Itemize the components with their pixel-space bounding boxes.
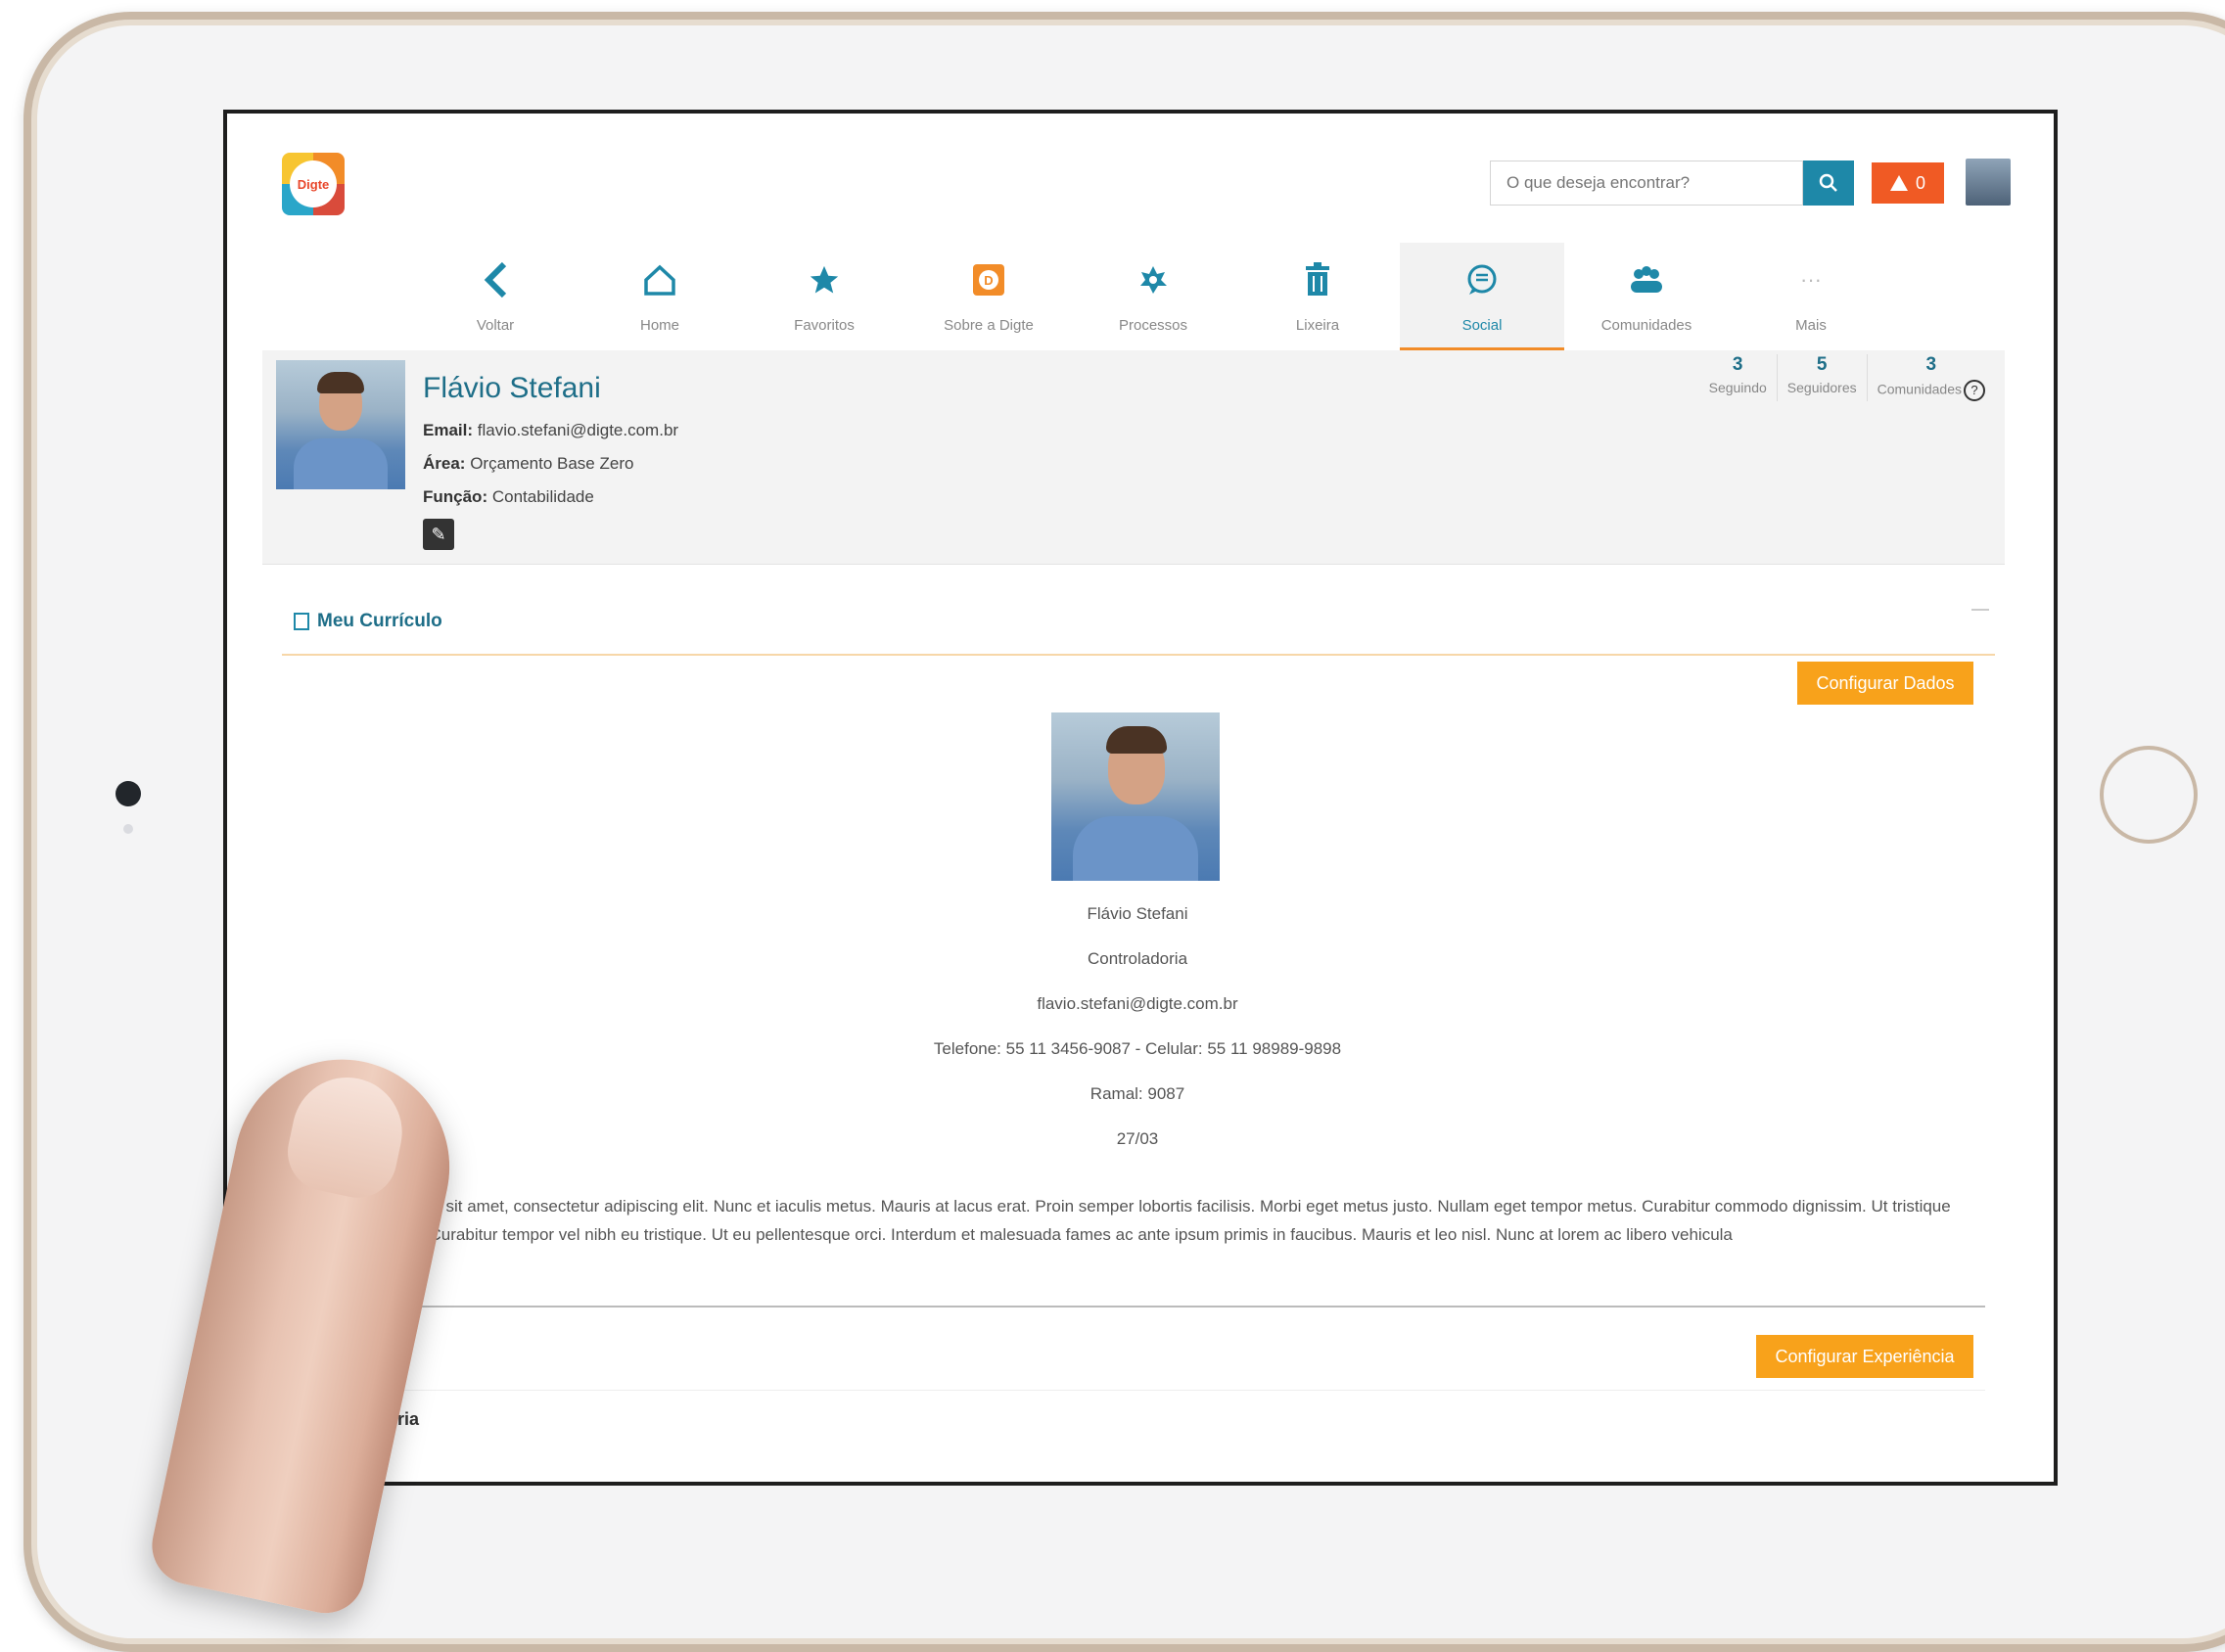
stat-comunidades[interactable]: 3 Comunidades? — [1866, 354, 1995, 401]
more-icon: ··· — [1800, 267, 1822, 292]
collapse-icon[interactable] — [1971, 609, 1989, 611]
cv-name: Flávio Stefani — [1087, 904, 1188, 923]
nav-label: Lixeira — [1295, 317, 1340, 334]
curriculum-photo — [1051, 712, 1220, 881]
cv-department: Controladoria — [1087, 949, 1188, 968]
search-button[interactable] — [1803, 161, 1854, 206]
nav-processos[interactable]: Processos — [1071, 243, 1235, 350]
configure-experience-button[interactable]: Configurar Experiência — [1756, 1335, 1973, 1378]
chat-icon — [1459, 256, 1506, 303]
nav-social[interactable]: Social — [1400, 243, 1564, 350]
main-nav: Voltar Home Favoritos D Sobre a Digte Pr… — [413, 243, 1893, 350]
processes-icon — [1130, 256, 1177, 303]
nav-label: Home — [639, 317, 679, 334]
tablet-home-button[interactable] — [2100, 746, 2198, 844]
stat-seguindo[interactable]: 3 Seguindo — [1699, 354, 1777, 401]
nav-lixeira[interactable]: Lixeira — [1235, 243, 1400, 350]
nav-label: Mais — [1795, 317, 1827, 334]
section-divider — [282, 654, 1995, 656]
nav-label: Voltar — [476, 317, 515, 334]
warning-icon — [1889, 175, 1908, 191]
nav-home[interactable]: Home — [578, 243, 742, 350]
camera-icon — [116, 781, 141, 806]
svg-text:D: D — [984, 273, 993, 288]
profile-photo — [276, 360, 405, 489]
experience-divider — [301, 1390, 1985, 1391]
cv-summary: Lorem ipsum dolor sit amet, consectetur … — [303, 1197, 1951, 1244]
sensor-dot — [123, 824, 133, 834]
app-screen: Digte 0 Voltar Home Favoritos — [223, 110, 2058, 1486]
curriculum-section-title[interactable]: Meu Currículo — [294, 611, 442, 632]
profile-stats: 3 Seguindo 5 Seguidores 3 Comunidades? — [1699, 354, 1995, 401]
cv-extension: Ramal: 9087 — [1089, 1084, 1185, 1103]
digte-badge-icon: D — [965, 256, 1012, 303]
document-icon — [294, 613, 309, 630]
edit-profile-button[interactable]: ✎ — [423, 519, 454, 550]
cv-email: flavio.stefani@digte.com.br — [1037, 994, 1238, 1013]
user-avatar[interactable] — [1966, 159, 2011, 206]
nav-comunidades[interactable]: Comunidades — [1564, 243, 1729, 350]
search-input[interactable] — [1490, 161, 1803, 206]
nav-label: Comunidades — [1600, 317, 1692, 334]
nav-mais[interactable]: ··· Mais — [1729, 243, 1893, 350]
help-icon[interactable]: ? — [1964, 380, 1985, 401]
search-icon — [1819, 173, 1837, 192]
nav-label: Sobre a Digte — [944, 317, 1034, 334]
profile-area: Área: Orçamento Base Zero — [423, 454, 634, 473]
pencil-icon: ✎ — [431, 524, 446, 544]
fingernail — [280, 1067, 413, 1206]
logo-text: Digte — [290, 161, 337, 207]
profile-name: Flávio Stefani — [423, 372, 601, 404]
digte-logo[interactable]: Digte — [282, 153, 345, 215]
nav-sobre-digte[interactable]: D Sobre a Digte — [906, 243, 1071, 350]
community-icon — [1623, 256, 1670, 303]
home-icon — [636, 256, 683, 303]
profile-header: Flávio Stefani Email: flavio.stefani@dig… — [262, 350, 2005, 565]
configure-data-button[interactable]: Configurar Dados — [1797, 662, 1973, 705]
cv-phone: Telefone: 55 11 3456-9087 - Celular: 55 … — [933, 1039, 1342, 1058]
chevron-left-icon — [472, 256, 519, 303]
profile-funcao: Função: Contabilidade — [423, 487, 594, 506]
nav-favoritos[interactable]: Favoritos — [742, 243, 906, 350]
nav-label: Favoritos — [794, 317, 855, 334]
stat-seguidores[interactable]: 5 Seguidores — [1776, 354, 1867, 401]
alerts-button[interactable]: 0 — [1872, 162, 1944, 204]
nav-label: Social — [1461, 317, 1503, 334]
content-divider — [301, 1306, 1985, 1308]
cv-date: 27/03 — [1116, 1129, 1159, 1148]
nav-voltar[interactable]: Voltar — [413, 243, 578, 350]
nav-label: Processos — [1118, 317, 1188, 334]
alert-count: 0 — [1915, 172, 1925, 193]
trash-icon — [1294, 256, 1341, 303]
star-icon — [801, 256, 848, 303]
profile-email: Email: flavio.stefani@digte.com.br — [423, 421, 679, 439]
